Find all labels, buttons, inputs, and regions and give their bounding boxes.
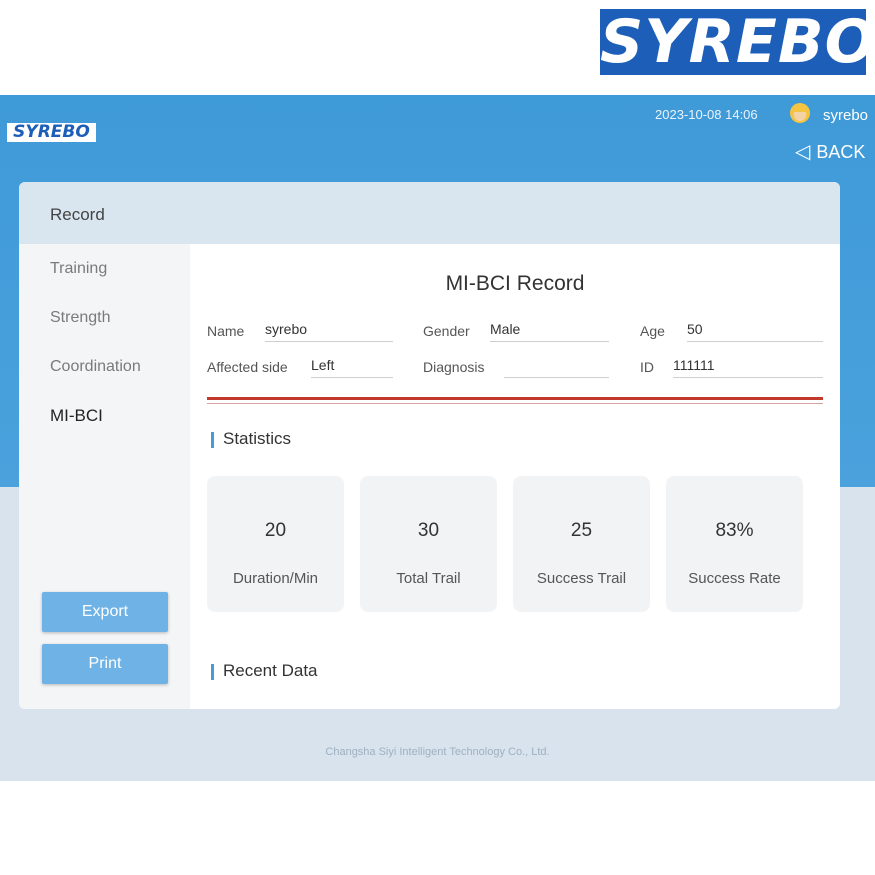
recent-data-marker [211, 664, 214, 680]
footer-company: Changsha Siyi Intelligent Technology Co.… [325, 746, 550, 758]
record-title: Record [50, 205, 105, 224]
divider-red [207, 397, 823, 400]
print-button[interactable]: Print [42, 644, 168, 684]
id-label: ID [640, 359, 654, 375]
name-label: Name [207, 323, 245, 339]
stat-label: Success Rate [688, 570, 781, 587]
brand-logo: SYREBO [600, 7, 875, 77]
name-field: syrebo [265, 321, 393, 342]
recent-data-title: Recent Data [223, 661, 318, 680]
affected-side-label: Affected side [207, 359, 288, 375]
back-arrow-icon: ◁ [795, 141, 811, 163]
sidebar-item-strength[interactable]: Strength [50, 309, 110, 327]
stat-value: 83% [715, 520, 754, 541]
stat-card-success-trail: 25 Success Trail [513, 476, 650, 612]
affected-side-field: Left [311, 357, 393, 378]
back-label: BACK [816, 142, 866, 162]
age-label: Age [640, 323, 665, 339]
diagnosis-field [504, 357, 609, 378]
divider-thin [207, 403, 823, 404]
id-field: 111111 [673, 357, 823, 378]
sidebar: Training Strength Coordination MI-BCI Ex… [19, 244, 190, 709]
back-button[interactable]: ◁ BACK [795, 139, 865, 164]
diagnosis-label: Diagnosis [423, 359, 485, 375]
sidebar-item-coordination[interactable]: Coordination [50, 358, 141, 376]
stat-label: Success Trail [536, 570, 627, 587]
stat-card-duration: 20 Duration/Min [207, 476, 344, 612]
stat-value: 20 [264, 520, 287, 541]
stat-label: Total Trail [396, 570, 461, 587]
username: syrebo [823, 107, 869, 124]
stat-value: 25 [570, 520, 593, 541]
card-header: Record [19, 182, 840, 244]
statistics-title: Statistics [223, 429, 292, 448]
stat-label: Duration/Min [232, 570, 319, 587]
datetime: 2023-10-08 14:06 [655, 107, 758, 122]
record-card: Record Training Strength Coordination MI… [19, 182, 840, 709]
gender-label: Gender [423, 323, 470, 339]
stat-card-total-trail: 30 Total Trail [360, 476, 497, 612]
app-logo: SYREBO [7, 123, 96, 142]
page-title: MI-BCI Record [445, 272, 585, 295]
app-window: SYREBO 2023-10-08 14:06 syrebo ◁ BACK Rec… [0, 95, 875, 781]
stat-card-success-rate: 83% Success Rate [666, 476, 803, 612]
avatar-icon [790, 103, 810, 123]
stat-value: 30 [417, 520, 440, 541]
statistics-marker [211, 432, 214, 448]
record-content: MI-BCI Record Name syrebo Gender Male Ag… [190, 244, 840, 709]
gender-field: Male [490, 321, 609, 342]
export-button[interactable]: Export [42, 592, 168, 632]
age-field: 50 [687, 321, 823, 342]
sidebar-item-mi-bci[interactable]: MI-BCI [50, 406, 103, 426]
sidebar-item-training[interactable]: Training [50, 260, 107, 278]
